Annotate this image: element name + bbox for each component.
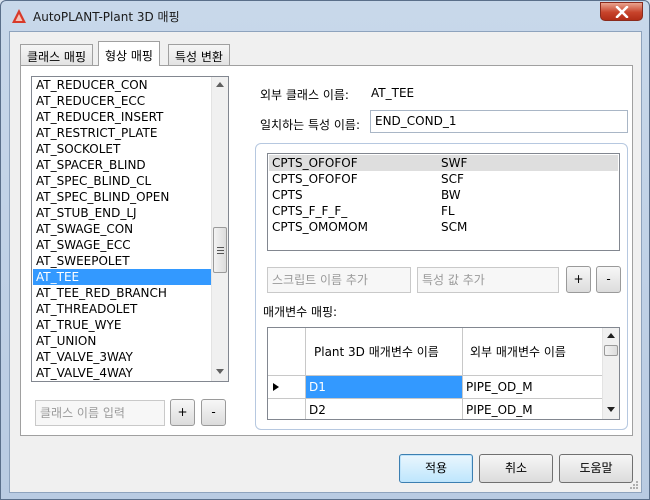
attr-value-input[interactable]: 특성 값 추가 <box>417 267 559 293</box>
list-item[interactable]: AT_THREADOLET <box>33 301 211 317</box>
list-item[interactable]: AT_TEE_RED_BRANCH <box>33 285 211 301</box>
list-item[interactable]: CPTS_OFOFOF SWF <box>269 155 618 171</box>
remove-class-button[interactable]: - <box>201 399 226 426</box>
arrow-up-icon <box>216 82 224 87</box>
list-item[interactable]: AT_SPEC_BLIND_OPEN <box>33 189 211 205</box>
matching-attr-label: 일치하는 특성 이름: <box>260 118 360 132</box>
param-mapping-grid[interactable]: Plant 3D 매개변수 이름 외부 매개변수 이름 D1 PIPE_OD_M… <box>267 327 620 420</box>
grid-header[interactable]: 외부 매개변수 이름 <box>463 328 604 376</box>
shape-mapping-panel: AT_REDUCER_CON AT_REDUCER_ECC AT_REDUCER… <box>20 65 633 436</box>
list-item[interactable]: CPTS_F_F_F_ FL <box>269 203 618 219</box>
add-class-button[interactable]: + <box>170 399 195 426</box>
attr-name: CPTS_OFOFOF <box>272 156 358 170</box>
remove-attr-button[interactable]: - <box>596 266 621 293</box>
tab-attribute-conversion[interactable]: 특성 변환 <box>168 44 230 65</box>
list-item[interactable]: AT_SPACER_BLIND <box>33 157 211 173</box>
autocad-plant-icon <box>12 9 26 23</box>
grid-cell[interactable]: D2 <box>306 399 463 419</box>
attr-name: CPTS_OMOMOM <box>272 220 368 234</box>
thumb-grip <box>217 253 224 254</box>
attr-value: BW <box>441 188 461 202</box>
thumb-grip <box>217 250 224 251</box>
class-list[interactable]: AT_REDUCER_CON AT_REDUCER_ECC AT_REDUCER… <box>31 76 229 382</box>
scroll-up-button[interactable] <box>212 77 228 94</box>
attr-name: CPTS_OFOFOF <box>272 172 358 186</box>
row-header-cell[interactable] <box>268 399 306 419</box>
title-bar[interactable]: AutoPLANT-Plant 3D 매핑 <box>1 1 649 31</box>
grid-scrollbar[interactable] <box>602 328 619 419</box>
param-mapping-label: 매개변수 매핑: <box>263 305 338 319</box>
list-item[interactable]: AT_SWAGE_ECC <box>33 237 211 253</box>
list-item[interactable]: AT_SWAGE_CON <box>33 221 211 237</box>
class-name-input[interactable]: 클래스 이름 입력 <box>35 400 165 426</box>
arrow-down-icon <box>607 407 615 412</box>
arrow-down-icon <box>216 369 224 374</box>
add-attr-button[interactable]: + <box>566 266 591 293</box>
matching-attr-field[interactable]: END_COND_1 <box>370 110 628 133</box>
list-item[interactable]: AT_SWEEPOLET <box>33 253 211 269</box>
list-item[interactable]: AT_REDUCER_ECC <box>33 93 211 109</box>
grid-corner-cell <box>268 328 306 376</box>
attr-value: SCF <box>441 172 464 186</box>
dialog-window: AutoPLANT-Plant 3D 매핑 클래스 매핑 형상 매핑 특성 변환… <box>0 0 650 500</box>
list-item[interactable]: AT_VALVE_4WAY <box>33 365 211 381</box>
scroll-down-button[interactable] <box>212 364 228 381</box>
external-class-value: AT_TEE <box>371 86 415 100</box>
list-item[interactable]: AT_TRUE_WYE <box>33 317 211 333</box>
class-list-scrollbar[interactable] <box>211 77 228 381</box>
attribute-value-list[interactable]: CPTS_OFOFOF SWF CPTS_OFOFOF SCF CPTS BW … <box>267 153 620 251</box>
attr-value: SCM <box>441 220 468 234</box>
row-header-cell[interactable] <box>268 376 306 399</box>
scroll-up-button[interactable] <box>603 328 619 345</box>
script-name-input[interactable]: 스크립트 이름 추가 <box>267 267 411 293</box>
attr-value: SWF <box>441 156 468 170</box>
apply-button[interactable]: 적용 <box>399 454 473 483</box>
cancel-button[interactable]: 취소 <box>479 454 553 483</box>
scroll-down-button[interactable] <box>603 402 619 419</box>
attr-name: CPTS <box>272 188 303 202</box>
resize-grip-icon[interactable] <box>629 480 639 490</box>
list-item[interactable]: CPTS_OMOMOM SCM <box>269 219 618 235</box>
attribute-mapping-group: CPTS_OFOFOF SWF CPTS_OFOFOF SCF CPTS BW … <box>255 143 628 430</box>
list-item[interactable]: AT_SOCKOLET <box>33 141 211 157</box>
tab-label: 클래스 매핑 <box>27 50 87 64</box>
list-item[interactable]: AT_STUB_END_LJ <box>33 205 211 221</box>
grid-cell-selected[interactable]: D1 <box>306 376 463 399</box>
thumb-grip <box>217 247 224 248</box>
tab-shape-mapping[interactable]: 형상 매핑 <box>98 41 160 66</box>
list-item[interactable]: AT_REDUCER_INSERT <box>33 109 211 125</box>
arrow-up-icon <box>607 333 615 338</box>
attr-name: CPTS_F_F_F_ <box>272 204 348 218</box>
list-item-selected[interactable]: AT_TEE <box>33 269 211 285</box>
external-class-label: 외부 클래스 이름: <box>260 88 349 102</box>
tab-label: 특성 변환 <box>175 50 223 64</box>
close-button[interactable] <box>600 2 643 21</box>
list-item[interactable]: AT_VALVE_3WAY <box>33 349 211 365</box>
window-title: AutoPLANT-Plant 3D 매핑 <box>33 10 180 24</box>
list-item[interactable]: CPTS_OFOFOF SCF <box>269 171 618 187</box>
list-item[interactable]: AT_UNION <box>33 333 211 349</box>
list-item[interactable]: CPTS BW <box>269 187 618 203</box>
grid-cell[interactable]: PIPE_OD_M <box>463 376 604 399</box>
grid-header[interactable]: Plant 3D 매개변수 이름 <box>306 328 463 376</box>
tab-label: 형상 매핑 <box>105 49 153 63</box>
list-item[interactable]: AT_SPEC_BLIND_CL <box>33 173 211 189</box>
tab-class-mapping[interactable]: 클래스 매핑 <box>20 44 94 65</box>
scroll-thumb[interactable] <box>213 227 227 273</box>
grid-cell[interactable]: PIPE_OD_M <box>463 399 604 419</box>
current-row-arrow-icon <box>273 383 279 391</box>
dialog-client-area: 클래스 매핑 형상 매핑 특성 변환 AT_REDUCER_CON AT_RED… <box>9 31 642 493</box>
close-icon <box>615 6 629 18</box>
list-item[interactable]: AT_RESTRICT_PLATE <box>33 125 211 141</box>
attr-value: FL <box>441 204 455 218</box>
scroll-thumb[interactable] <box>604 345 618 356</box>
list-item[interactable]: AT_REDUCER_CON <box>33 77 211 93</box>
help-button[interactable]: 도움말 <box>559 454 633 483</box>
